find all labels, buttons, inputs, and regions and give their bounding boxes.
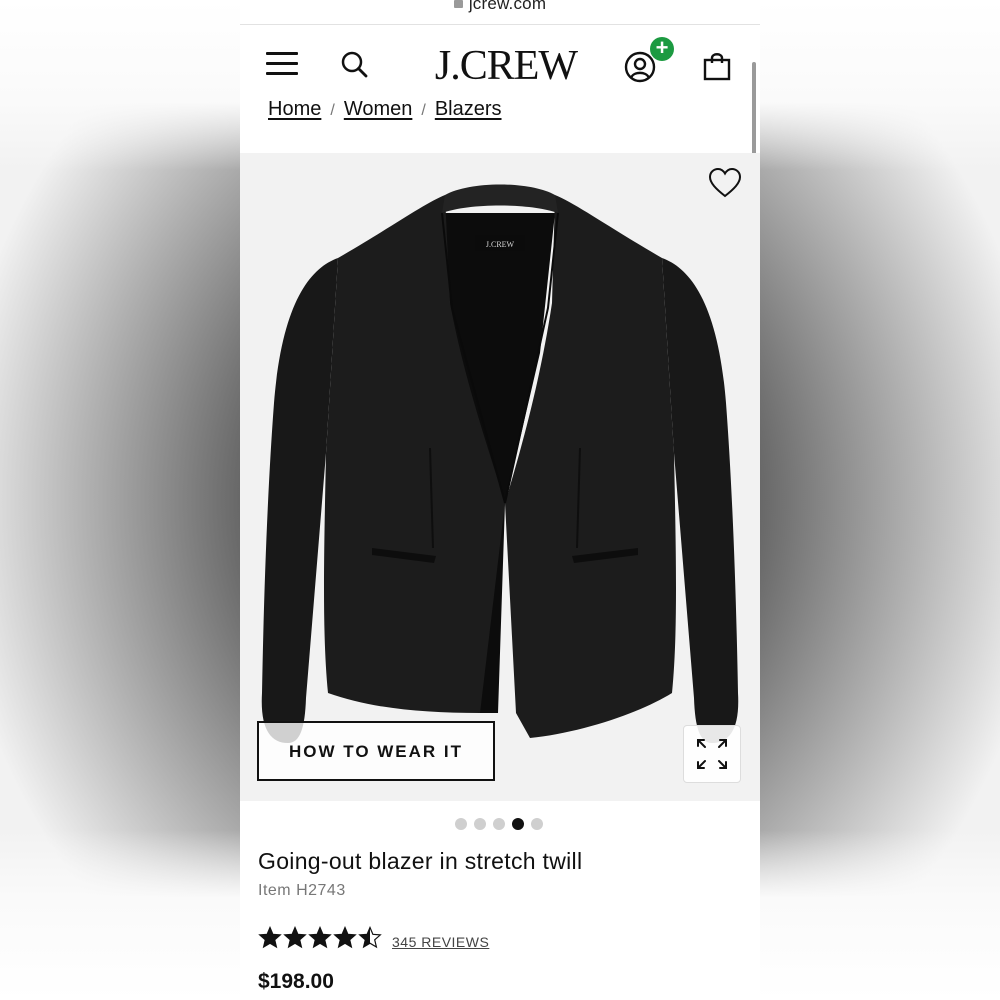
breadcrumb-blazers[interactable]: Blazers [435,98,502,120]
product-title: Going-out blazer in stretch twill [258,848,583,874]
browser-url-bar[interactable]: jcrew.com [240,0,760,25]
star-full-icon [258,925,282,955]
jcrew-logo[interactable]: J.CREW [428,42,584,90]
reviews-link[interactable]: 345 REVIEWS [392,934,489,950]
product-price: $198.00 [258,970,334,993]
star-half-icon [358,925,382,955]
expand-icon [697,739,727,769]
breadcrumb-home[interactable]: Home [268,98,321,120]
carousel-dot[interactable] [455,818,467,830]
search-icon[interactable] [340,50,370,85]
product-image-carousel[interactable]: J.CREW HOW TO WEAR IT [240,153,760,801]
phone-screen: jcrew.com J.CREW + Home / Women / Blazers [240,0,760,1000]
rating-stars[interactable] [258,925,383,955]
star-full-icon [308,925,332,955]
lock-icon [453,0,463,8]
expand-image-button[interactable] [683,725,741,783]
how-to-wear-it-button[interactable]: HOW TO WEAR IT [257,721,495,781]
item-code: Item H2743 [258,882,346,899]
shopping-bag-icon[interactable] [702,51,732,86]
carousel-dot[interactable] [531,818,543,830]
breadcrumb-women[interactable]: Women [344,98,413,120]
account-icon[interactable] [624,51,656,88]
carousel-dot[interactable] [512,818,524,830]
breadcrumb: Home / Women / Blazers [268,98,502,121]
site-header: J.CREW + [240,25,760,107]
carousel-dots [455,817,550,831]
wishlist-heart-icon[interactable] [708,167,742,204]
star-full-icon [333,925,357,955]
garment-brand-label: J.CREW [486,240,515,249]
star-full-icon [283,925,307,955]
breadcrumb-separator: / [330,102,335,119]
carousel-dot[interactable] [474,818,486,830]
breadcrumb-separator: / [421,102,426,119]
hamburger-menu-icon[interactable] [266,52,298,76]
account-plus-badge: + [650,37,674,61]
product-image-blazer: J.CREW [261,184,739,743]
carousel-dot[interactable] [493,818,505,830]
url-text: jcrew.com [468,0,547,13]
